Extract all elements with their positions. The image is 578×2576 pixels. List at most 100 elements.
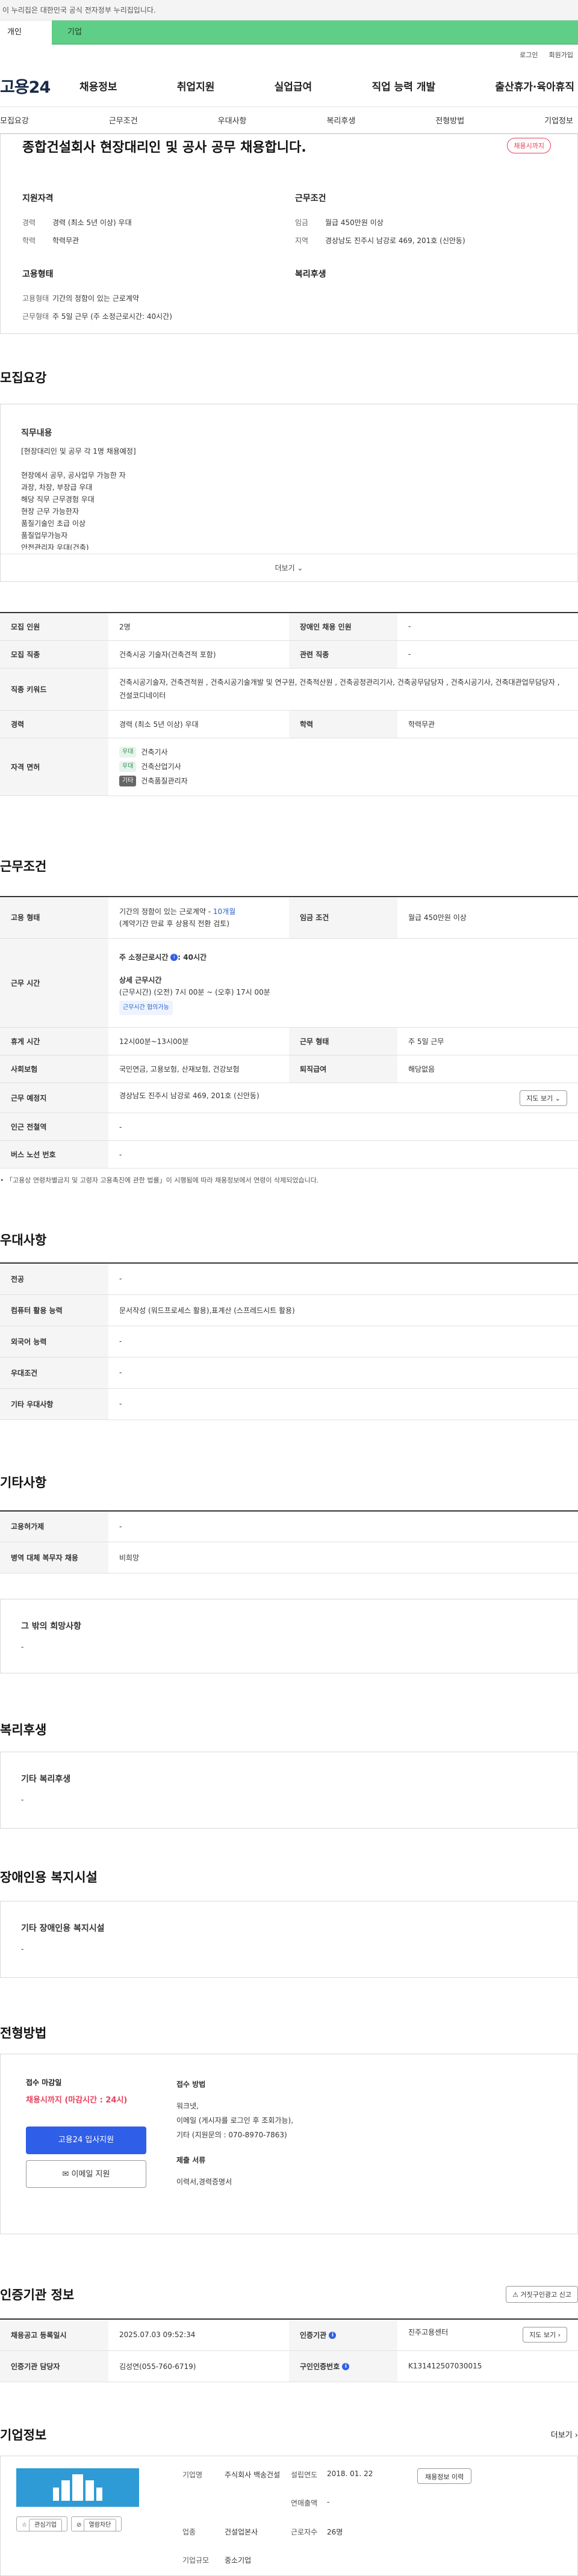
block-label: 열람차단	[83, 2518, 117, 2531]
bus-label: 버스 노선 번호	[0, 1140, 108, 1169]
gnb-item-employment-support[interactable]: 취업지원	[177, 78, 215, 93]
docs-value: 이력서,경력증명서	[176, 2178, 232, 2186]
employees-label: 근로자수	[291, 2527, 318, 2536]
insurance-value: 국민연금, 고용보험, 산재보험, 건강보험	[108, 1055, 289, 1083]
employment-type-value: 기간의 정함이 있는 근로계약	[52, 294, 139, 303]
pref-section-title: 우대사항	[0, 1233, 47, 1247]
info-icon[interactable]: i	[329, 2332, 337, 2340]
agency-map-button[interactable]: 지도 보기 ›	[523, 2327, 567, 2343]
disabled-count-value: -	[397, 613, 578, 641]
reg-date-label: 채용공고 등록일시	[0, 2319, 108, 2351]
estab-label: 설립연도	[291, 2470, 318, 2479]
workplace-label: 근무 예정지	[0, 1083, 108, 1113]
education-label: 학력	[22, 236, 36, 245]
military-label: 병역 대체 복무자 채용	[0, 1542, 108, 1574]
subnav-preferences[interactable]: 우대사항	[218, 114, 247, 126]
map-button[interactable]: 지도 보기 ⌄	[520, 1090, 567, 1106]
employment-type-row-label: 고용 형태	[0, 896, 108, 939]
favorite-company-button[interactable]: ☆ 관심기업	[16, 2516, 67, 2531]
contract-period-link[interactable]: 10개월	[213, 907, 235, 916]
manager-label: 인증기관 담당자	[0, 2350, 108, 2382]
keyword-value: 건축시공기술자, 건축견적원 , 건축시공기술개발 및 연구원, 건축적산원 ,…	[108, 668, 578, 711]
welfare-heading: 복리후생	[295, 270, 326, 279]
chevron-down-icon: ⌄	[297, 564, 303, 572]
info-icon[interactable]: i	[170, 954, 178, 961]
job-summary-card: 종합건설회사 현장대리인 및 공사 공무 채용합니다. 채용시까지 지원자격 경…	[0, 134, 578, 334]
gnb-item-jobs[interactable]: 채용정보	[79, 78, 117, 93]
email-apply-button[interactable]: ✉ 이메일 지원	[26, 2160, 146, 2188]
license-tag: 우대	[119, 761, 137, 772]
signup-link[interactable]: 회원가입	[549, 50, 573, 60]
other-wishes-value: -	[21, 1643, 24, 1651]
edu-row-label: 학력	[289, 710, 397, 738]
company-logo	[16, 2468, 139, 2507]
subnav-screening[interactable]: 전형방법	[435, 114, 464, 126]
insurance-label: 사회보험	[0, 1055, 108, 1083]
other-wishes-heading: 그 밖의 희망사항	[21, 1622, 81, 1631]
login-link[interactable]: 로그인	[520, 50, 538, 60]
keyword-label: 직종 키워드	[0, 668, 108, 711]
related-job-label: 관련 직종	[289, 640, 397, 669]
subnav-recruit[interactable]: 모집요강	[0, 114, 29, 126]
more-button[interactable]: 더보기 ⌄	[1, 554, 577, 581]
pref-condition-label: 우대조건	[0, 1357, 108, 1389]
welfare-section-title: 복리후생	[0, 1723, 47, 1737]
work-form-value: 주 5일 근무 (주 소정근로시간: 40시간)	[52, 312, 172, 321]
age-law-note-text: 「고용상 연령차별금지 및 고령자 고용촉진에 관한 법률」이 시행됨에 따라 …	[6, 1176, 319, 1184]
etc-section-title: 기타사항	[0, 1475, 47, 1490]
site-logo[interactable]: 고용24	[0, 74, 67, 97]
desc-line: [현장대리인 및 공무 각 1명 채용예정]	[21, 447, 136, 456]
license-label: 자격 면허	[0, 738, 108, 796]
company-section-title: 기업정보	[0, 2427, 47, 2442]
desc-line: 안전관리자 우대(건축)	[21, 543, 89, 550]
tab-business[interactable]: 기업	[52, 20, 98, 45]
recruit-section-title: 모집요강	[0, 371, 47, 385]
deadline-badge: 채용시까지	[507, 138, 551, 153]
employees-value: 26명	[327, 2527, 343, 2536]
chevron-down-icon: ⌄	[555, 1094, 561, 1102]
tab-personal[interactable]: 개인	[0, 20, 52, 45]
block-company-button[interactable]: ⊘ 열람차단	[70, 2516, 122, 2531]
cert-no-label: 구인인증번호 i	[289, 2350, 397, 2382]
weekly-hours-label: 주 소정근로시간	[119, 953, 169, 962]
agency-label-text: 인증기관	[300, 2330, 327, 2340]
disabled-card: 기타 장애인용 복지시설 -	[0, 1901, 578, 1978]
license-name: 건축기사	[141, 748, 168, 756]
pref-other-value: -	[108, 1388, 578, 1420]
subnav-company[interactable]: 기업정보	[544, 114, 573, 126]
sales-label: 연매출액	[291, 2499, 318, 2507]
language-label: 외국어 능력	[0, 1326, 108, 1357]
work-form-label: 근무형태	[22, 312, 49, 321]
company-name-value: 주식회사 백송건설	[225, 2470, 281, 2479]
company-more-link[interactable]: 더보기 ›	[551, 2429, 578, 2440]
subnav-welfare[interactable]: 복리후생	[326, 114, 355, 126]
employment-type-label: 고용형태	[22, 294, 49, 303]
detail-hours-value: (근무시간) (오전) 7시 00분 ~ (오후) 17시 00분	[119, 987, 270, 996]
computer-value: 문서작성 (워드프로세스 활용),표계산 (스프레드시트 활용)	[108, 1294, 578, 1326]
sales-value: -	[327, 2498, 330, 2506]
history-button[interactable]: 채용정보 이력	[417, 2468, 472, 2484]
wage-label: 임금	[295, 218, 309, 227]
gnb-item-training[interactable]: 직업 능력 개발	[371, 78, 435, 93]
screening-section-title: 전형방법	[0, 2026, 47, 2040]
work-section-title: 근무조건	[0, 859, 47, 874]
report-fake-ad-button[interactable]: ⚠ 거짓구인광고 신고	[506, 2286, 578, 2303]
workplace-value: 경상남도 진주시 남강로 469, 201호 (신안동) 지도 보기 ⌄	[108, 1083, 578, 1113]
break-value: 12시00분~13시00분	[108, 1027, 289, 1055]
disabled-section-title: 장애인용 복지시설	[0, 1870, 98, 1885]
subnav-conditions[interactable]: 근무조건	[109, 114, 138, 126]
cert-no-label-text: 구인인증번호	[300, 2362, 340, 2371]
computer-label: 컴퓨터 활용 능력	[0, 1294, 108, 1326]
license-tag: 우대	[119, 747, 137, 758]
info-icon[interactable]: i	[342, 2363, 350, 2370]
negotiable-badge: 근무시간 협의가능	[119, 1000, 173, 1015]
gnb-item-unemployment[interactable]: 실업급여	[275, 78, 312, 93]
gnb-item-parental-leave[interactable]: 출산휴가·육아휴직	[495, 78, 574, 93]
top-tabs: 개인 기업	[0, 20, 578, 45]
company-card: ☆ 관심기업 ⊘ 열람차단 기업명 주식회사 백송건설 설립연도 2018. 0…	[0, 2455, 578, 2576]
map-button-label: 지도 보기	[526, 1094, 553, 1102]
apply-button[interactable]: 고용24 입사지원	[26, 2127, 146, 2154]
career-row-value: 경력 (최소 5년 이상) 우대	[108, 710, 289, 738]
job-title: 종합건설회사 현장대리인 및 공사 공무 채용합니다.	[22, 140, 306, 155]
cert-section-title: 인증기관 정보	[0, 2288, 75, 2302]
